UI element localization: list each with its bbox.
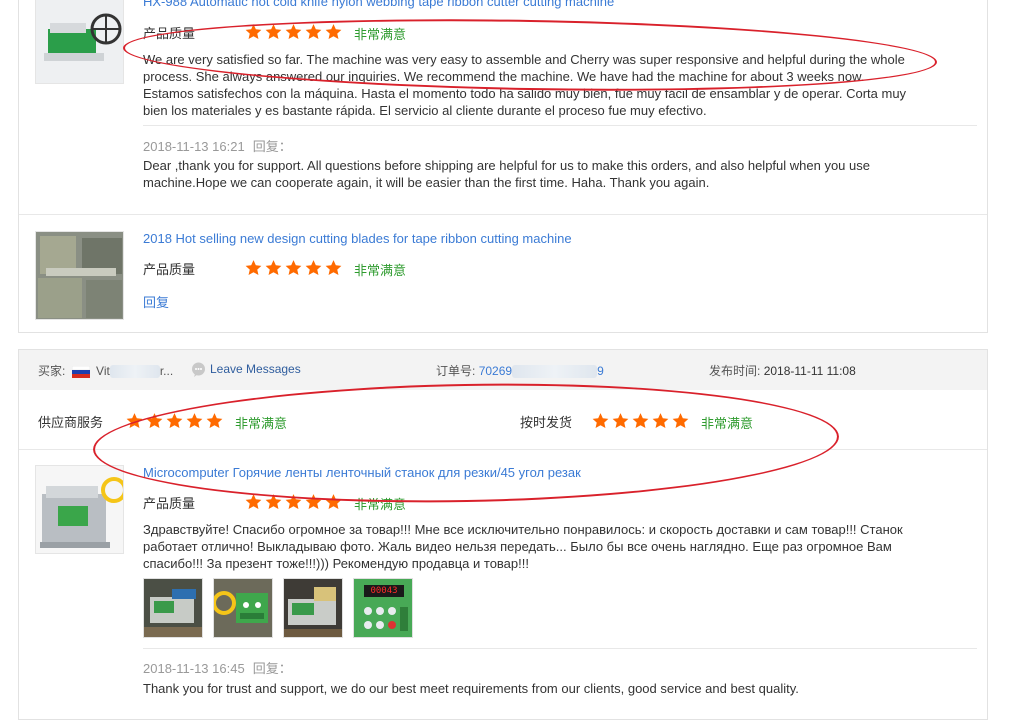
ratings-separator bbox=[19, 449, 987, 450]
review-text: Здравствуйте! Спасибо огромное за товар!… bbox=[143, 522, 903, 571]
reply-label: 回复： bbox=[252, 139, 292, 154]
published-date: 2018-11-11 11:08 bbox=[763, 364, 856, 378]
supplier-service-label: 供应商服务 bbox=[38, 415, 104, 430]
product-thumbnail[interactable] bbox=[35, 465, 124, 554]
review-photo[interactable] bbox=[213, 578, 273, 638]
review-photo[interactable] bbox=[143, 578, 203, 638]
star-icon bbox=[245, 494, 262, 510]
star-icon bbox=[612, 413, 629, 429]
star-icon bbox=[265, 494, 282, 510]
star-icon bbox=[285, 24, 302, 40]
quality-label: 产品质量 bbox=[143, 26, 196, 41]
on-time-shipping-satisfaction: 非常满意 bbox=[701, 416, 754, 431]
satisfaction-text: 非常满意 bbox=[354, 263, 407, 278]
quality-stars bbox=[244, 23, 343, 41]
seller-reply-text: Thank you for trust and support, we do o… bbox=[143, 681, 799, 696]
reply-label: 回复： bbox=[252, 661, 292, 676]
star-icon bbox=[285, 494, 302, 510]
supplier-service-satisfaction: 非常满意 bbox=[235, 416, 288, 431]
published-time: 发布时间: 2018-11-11 11:08 bbox=[709, 362, 856, 379]
star-icon bbox=[166, 413, 183, 429]
order-label: 订单号: bbox=[436, 364, 476, 378]
star-icon bbox=[245, 260, 262, 276]
on-time-shipping-stars bbox=[591, 412, 690, 430]
redacted-order-number bbox=[512, 365, 598, 379]
quality-stars bbox=[244, 259, 343, 277]
buyer-label: 买家: bbox=[38, 364, 66, 378]
product-title-link[interactable]: HX-988 Automatic hot cold knife nylon we… bbox=[143, 0, 614, 9]
review-separator bbox=[19, 214, 987, 215]
buyer-info: 买家: Vit r... bbox=[38, 362, 173, 379]
star-icon bbox=[265, 260, 282, 276]
product-title-link[interactable]: 2018 Hot selling new design cutting blad… bbox=[143, 231, 572, 246]
star-icon bbox=[305, 24, 322, 40]
product-thumbnail[interactable] bbox=[35, 231, 124, 320]
buyer-name-end: r... bbox=[159, 364, 174, 378]
divider bbox=[143, 125, 977, 126]
message-bubble-icon bbox=[191, 362, 206, 378]
reply-date: 2018-11-13 16:45 bbox=[143, 661, 245, 676]
on-time-shipping-label: 按时发货 bbox=[520, 415, 573, 430]
supplier-service-stars bbox=[125, 412, 224, 430]
photo-display-readout: 00043 bbox=[370, 586, 398, 596]
order-number-end[interactable]: 9 bbox=[597, 364, 604, 378]
redacted-buyer-name bbox=[109, 365, 160, 379]
star-icon bbox=[652, 413, 669, 429]
star-icon bbox=[146, 413, 163, 429]
order-number-start[interactable]: 70269 bbox=[479, 364, 512, 378]
reply-link[interactable]: 回复 bbox=[143, 292, 169, 311]
buyer-name-start: Vit bbox=[96, 364, 110, 378]
star-icon bbox=[186, 413, 203, 429]
reply-meta: 2018-11-13 16:21 回复： bbox=[143, 136, 300, 155]
star-icon bbox=[325, 260, 342, 276]
order-number: 订单号: 70269 9 bbox=[436, 362, 604, 379]
star-icon bbox=[206, 413, 223, 429]
star-icon bbox=[305, 260, 322, 276]
star-icon bbox=[126, 413, 143, 429]
published-label: 发布时间: bbox=[709, 364, 761, 378]
leave-messages-link[interactable]: Leave Messages bbox=[191, 362, 301, 378]
divider bbox=[143, 648, 977, 649]
star-icon bbox=[632, 413, 649, 429]
star-icon bbox=[672, 413, 689, 429]
reply-meta: 2018-11-13 16:45 回复： bbox=[143, 658, 300, 677]
reply-date: 2018-11-13 16:21 bbox=[143, 139, 245, 154]
review-photo[interactable] bbox=[283, 578, 343, 638]
star-icon bbox=[265, 24, 282, 40]
quality-stars bbox=[244, 493, 343, 511]
review-photo-control-panel[interactable]: 00043 bbox=[353, 578, 413, 638]
star-icon bbox=[245, 24, 262, 40]
leave-messages-label[interactable]: Leave Messages bbox=[210, 362, 301, 376]
star-icon bbox=[325, 24, 342, 40]
star-icon bbox=[325, 494, 342, 510]
seller-reply-text: Dear ,thank you for support. All questio… bbox=[143, 158, 870, 190]
star-icon bbox=[592, 413, 609, 429]
product-title-link[interactable]: Microcomputer Горячие ленты ленточный ст… bbox=[143, 465, 581, 480]
review-text: We are very satisfied so far. The machin… bbox=[143, 52, 907, 118]
quality-label: 产品质量 bbox=[143, 262, 196, 277]
product-thumbnail[interactable] bbox=[35, 0, 124, 84]
russia-flag-icon bbox=[71, 365, 90, 378]
satisfaction-text: 非常满意 bbox=[354, 27, 407, 42]
quality-label: 产品质量 bbox=[143, 496, 196, 511]
star-icon bbox=[285, 260, 302, 276]
star-icon bbox=[305, 494, 322, 510]
satisfaction-text: 非常满意 bbox=[354, 497, 407, 512]
